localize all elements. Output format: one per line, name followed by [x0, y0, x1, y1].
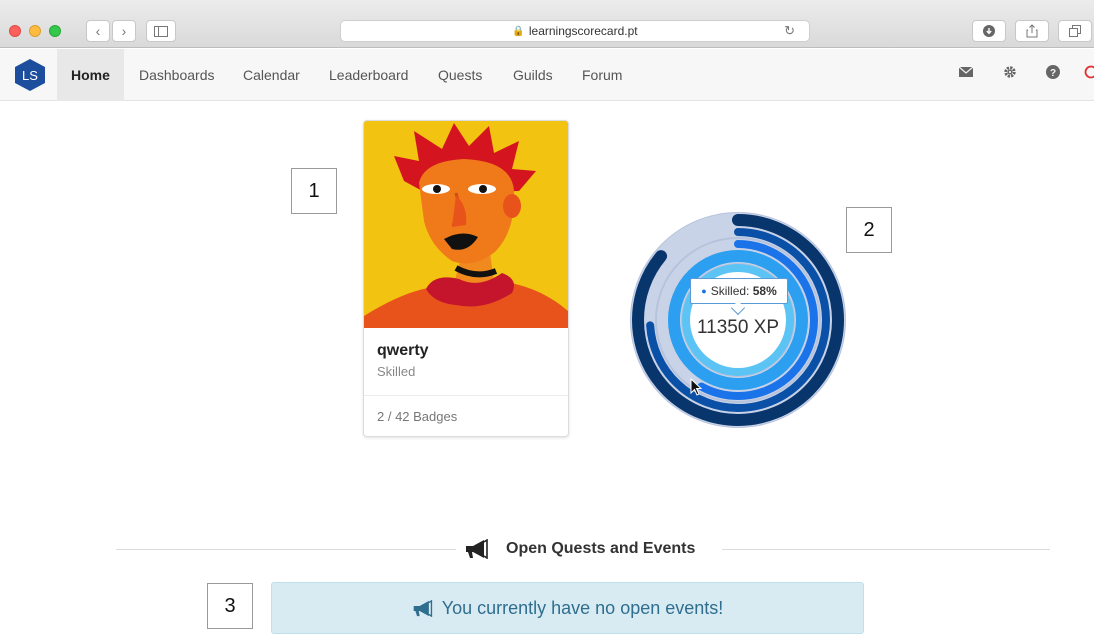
avatar [364, 121, 568, 328]
callout-3: 3 [207, 583, 253, 629]
chevron-right-icon: › [121, 23, 127, 39]
sidebar-icon [154, 25, 168, 37]
gear-icon[interactable] [1001, 65, 1019, 83]
download-icon [983, 25, 995, 37]
callout-1: 1 [291, 168, 337, 214]
logo[interactable]: LS [14, 58, 46, 92]
sidebar-toggle-button[interactable] [146, 20, 176, 42]
profile-level: Skilled [377, 364, 416, 379]
tooltip-value: 58% [752, 284, 777, 298]
section-divider-left [116, 549, 456, 550]
share-icon [1026, 24, 1038, 38]
downloads-button[interactable] [972, 20, 1006, 42]
badges-count: 2 / 42 Badges [377, 409, 458, 424]
mouse-cursor-icon [690, 378, 702, 396]
url-text: learningscorecard.pt [528, 24, 638, 38]
card-divider [364, 395, 568, 396]
maximize-window-button[interactable] [49, 25, 61, 37]
lock-icon: 🔒 [512, 25, 525, 37]
profile-card[interactable]: qwerty Skilled 2 / 42 Badges [363, 120, 569, 437]
profile-name: qwerty [377, 342, 429, 359]
tabs-icon [1069, 25, 1081, 37]
nav-home[interactable]: Home [57, 49, 124, 101]
megaphone-icon [466, 539, 488, 559]
section-title: Open Quests and Events [506, 540, 696, 557]
logo-text: LS [22, 68, 38, 83]
nav-quests[interactable]: Quests [438, 49, 482, 101]
callout-2: 2 [846, 207, 892, 253]
chevron-left-icon: ‹ [95, 23, 101, 39]
no-events-alert: You currently have no open events! [271, 582, 864, 634]
forward-button[interactable]: › [112, 20, 136, 42]
nav-calendar[interactable]: Calendar [243, 49, 300, 101]
mail-icon[interactable] [957, 65, 975, 83]
nav-leaderboard[interactable]: Leaderboard [329, 49, 408, 101]
tabs-overview-button[interactable] [1058, 20, 1092, 42]
logout-icon[interactable] [1084, 65, 1094, 83]
close-window-button[interactable] [9, 25, 21, 37]
series-dot-icon: ● [701, 286, 707, 296]
nav-guilds[interactable]: Guilds [513, 49, 553, 101]
nav-forum[interactable]: Forum [582, 49, 622, 101]
help-icon[interactable]: ? [1044, 65, 1062, 83]
nav-dashboards[interactable]: Dashboards [139, 49, 215, 101]
share-button[interactable] [1015, 20, 1049, 42]
reload-icon[interactable]: ↻ [784, 23, 795, 39]
alert-text: You currently have no open events! [441, 597, 724, 618]
section-divider-right [722, 549, 1050, 550]
section-heading: Open Quests and Events [458, 537, 702, 561]
browser-toolbar: ‹ › 🔒 learningscorecard.pt ↻ [0, 0, 1094, 48]
address-bar[interactable]: 🔒 learningscorecard.pt ↻ [340, 20, 810, 42]
svg-text:?: ? [1050, 68, 1056, 79]
chart-tooltip: ● Skilled: 58% [690, 278, 788, 304]
minimize-window-button[interactable] [29, 25, 41, 37]
xp-total-label: 11350 XP [696, 317, 780, 338]
app-navbar: LS Home Dashboards Calendar Leaderboard … [0, 49, 1094, 101]
back-button[interactable]: ‹ [86, 20, 110, 42]
tooltip-series: Skilled: [710, 284, 750, 298]
megaphone-icon [413, 599, 432, 617]
